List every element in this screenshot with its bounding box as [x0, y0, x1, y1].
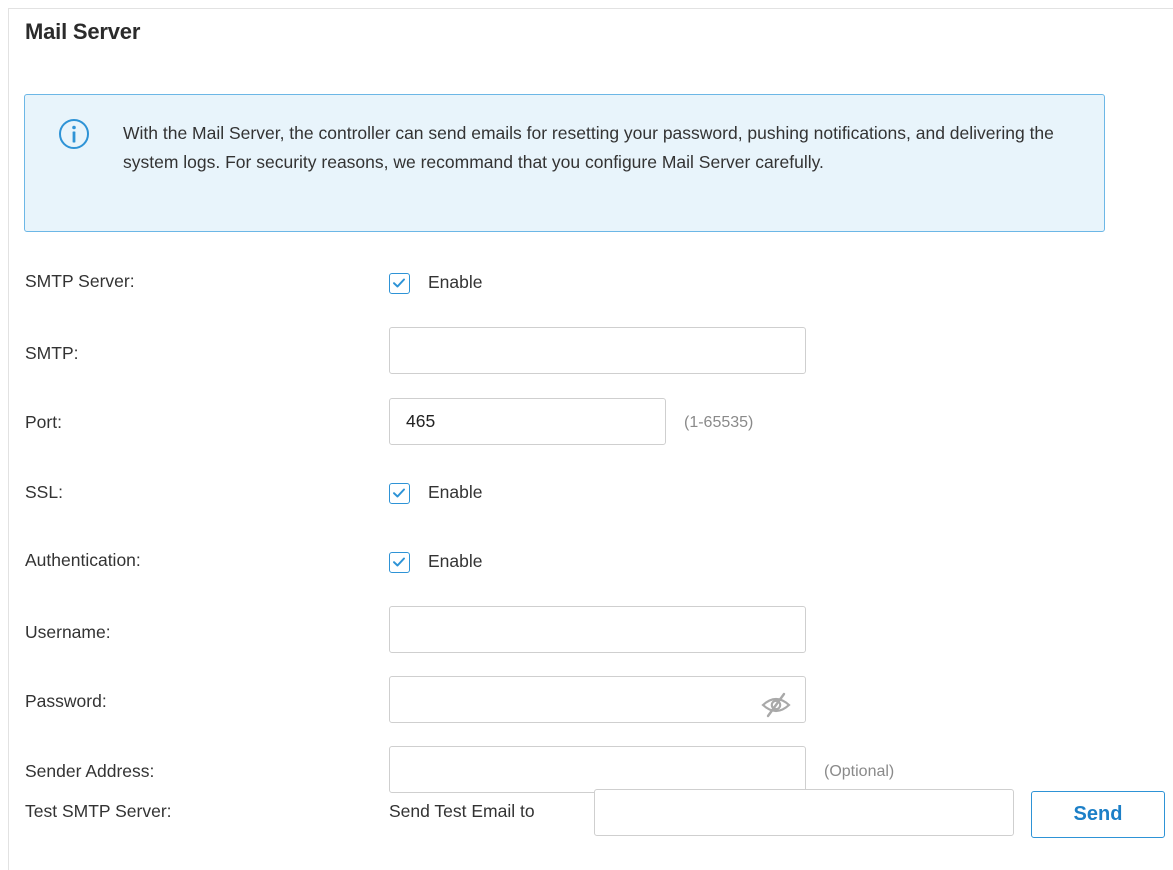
ssl-label: SSL: — [25, 482, 63, 502]
password-label: Password: — [25, 691, 107, 711]
authentication-label: Authentication: — [25, 550, 141, 570]
check-icon — [393, 557, 405, 567]
ssl-enable-label[interactable]: Enable — [428, 482, 483, 503]
smtp-server-enable-label[interactable]: Enable — [428, 272, 483, 293]
smtp-input[interactable] — [389, 327, 806, 374]
info-notice-text: With the Mail Server, the controller can… — [123, 123, 1054, 172]
port-input[interactable] — [389, 398, 666, 445]
test-smtp-server-label: Test SMTP Server: — [25, 801, 172, 821]
password-input[interactable] — [389, 676, 806, 723]
sender-address-label: Sender Address: — [25, 761, 155, 781]
smtp-label: SMTP: — [25, 343, 79, 363]
smtp-server-enable-checkbox[interactable] — [389, 273, 410, 294]
send-button[interactable]: Send — [1031, 791, 1165, 838]
test-email-input[interactable] — [594, 789, 1014, 836]
info-icon — [59, 119, 89, 149]
username-label: Username: — [25, 622, 111, 642]
info-notice: With the Mail Server, the controller can… — [24, 94, 1105, 232]
eye-off-icon[interactable] — [760, 692, 792, 718]
send-test-email-label: Send Test Email to — [389, 801, 535, 821]
smtp-server-label: SMTP Server: — [25, 271, 135, 291]
port-range-hint: (1-65535) — [684, 414, 754, 431]
section-title: Mail Server — [25, 19, 141, 44]
check-icon — [393, 488, 405, 498]
authentication-enable-label[interactable]: Enable — [428, 551, 483, 572]
port-label: Port: — [25, 412, 62, 432]
authentication-enable-checkbox[interactable] — [389, 552, 410, 573]
sender-address-optional-hint: (Optional) — [824, 763, 895, 780]
sender-address-input[interactable] — [389, 746, 806, 793]
username-input[interactable] — [389, 606, 806, 653]
ssl-enable-checkbox[interactable] — [389, 483, 410, 504]
check-icon — [393, 278, 405, 288]
